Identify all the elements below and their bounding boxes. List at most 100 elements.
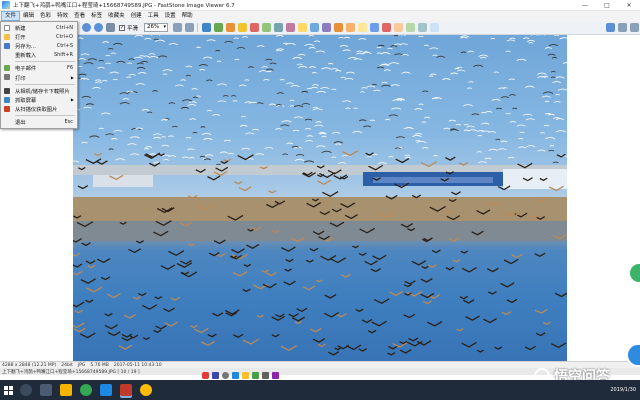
ime-mode-icon[interactable]	[211, 371, 219, 379]
gull-mark	[234, 58, 240, 61]
draw-icon[interactable]	[273, 23, 283, 32]
menu-item-scanner[interactable]: 从扫描仪获取图片	[1, 105, 77, 114]
fit-icon[interactable]	[105, 23, 115, 32]
gull-mark	[404, 154, 411, 157]
gull-mark	[289, 105, 295, 107]
compare-icon[interactable]	[357, 23, 367, 32]
gull-mark	[477, 135, 483, 137]
ime-punct-icon[interactable]	[221, 371, 229, 379]
gull-mark	[429, 47, 439, 50]
menu-view[interactable]: 查看	[71, 11, 88, 21]
ime-tools-icon[interactable]	[271, 371, 279, 379]
gull-mark	[168, 102, 176, 104]
gull-mark	[509, 37, 516, 40]
menu-tools[interactable]: 工具	[145, 11, 162, 21]
shorebird-mark	[487, 290, 497, 295]
menu-edit[interactable]: 编辑	[20, 11, 37, 21]
zoom-select[interactable]: 26%	[144, 23, 169, 32]
gull-mark	[232, 100, 238, 102]
border-icon[interactable]	[321, 23, 331, 32]
menu-favorites[interactable]: 收藏夹	[105, 11, 128, 21]
sharpen-icon[interactable]	[261, 23, 271, 32]
file-explorer-icon[interactable]	[60, 384, 72, 396]
menu-file[interactable]: 文件	[1, 11, 21, 21]
brightness-icon[interactable]	[225, 23, 235, 32]
gull-mark	[233, 37, 239, 39]
browser-mode-icon[interactable]	[629, 23, 639, 32]
window-mode-icon[interactable]	[617, 23, 627, 32]
chrome-icon[interactable]	[140, 384, 152, 396]
gull-mark	[98, 127, 104, 130]
menu-colors[interactable]: 色彩	[37, 11, 54, 21]
sogou-ime-icon[interactable]	[201, 371, 209, 379]
gull-mark	[215, 49, 221, 52]
shorebird-mark	[302, 285, 316, 291]
gull-mark	[467, 50, 475, 53]
menu-item-reload[interactable]: 重新载入 Shift+R	[1, 51, 77, 60]
email-tool-icon[interactable]	[369, 23, 379, 32]
fullscreen-icon[interactable]	[417, 23, 427, 32]
menu-item-print[interactable]: 打印 ▶	[1, 73, 77, 82]
settings-tool-icon[interactable]	[429, 23, 439, 32]
microphone-icon[interactable]	[231, 371, 239, 379]
delete-icon[interactable]	[381, 23, 391, 32]
watermark-icon[interactable]	[333, 23, 343, 32]
image-canvas[interactable]	[0, 35, 640, 361]
menu-item-download-camera[interactable]: 从相机/储存卡下载照片	[1, 86, 77, 95]
windows-start-icon[interactable]	[0, 380, 16, 400]
menu-item-email[interactable]: 电子邮件 F6	[1, 64, 77, 73]
menu-create[interactable]: 创建	[128, 11, 145, 21]
emoji-icon[interactable]	[241, 371, 249, 379]
photoshop-icon[interactable]	[100, 384, 112, 396]
menu-tags[interactable]: 标签	[88, 11, 105, 21]
ime-skin-icon[interactable]	[251, 371, 259, 379]
menu-help[interactable]: 帮助	[179, 11, 196, 21]
menu-item-exit[interactable]: 退出 Esc	[1, 118, 77, 127]
slideshow-icon[interactable]	[345, 23, 355, 32]
menu-effects[interactable]: 特效	[54, 11, 71, 21]
cortana-icon[interactable]	[20, 384, 32, 396]
minimize-button[interactable]: —	[574, 0, 596, 11]
rotate-left-icon[interactable]	[172, 23, 182, 32]
layout-icon[interactable]	[605, 23, 615, 32]
sun-icon[interactable]	[237, 23, 247, 32]
gull-mark	[277, 92, 284, 95]
smooth-checkbox[interactable]: ✓ 平滑	[119, 24, 138, 32]
menu-item-screen-capture[interactable]: 抓取屏幕 ▶	[1, 95, 77, 104]
gull-mark	[537, 72, 547, 75]
gull-mark	[239, 124, 248, 127]
resize-icon[interactable]	[213, 23, 223, 32]
gull-mark	[306, 135, 313, 137]
gull-mark	[518, 137, 524, 140]
clone-icon[interactable]	[297, 23, 307, 32]
browser-icon[interactable]	[80, 384, 92, 396]
effects-icon[interactable]	[285, 23, 295, 32]
close-button[interactable]: ✕	[618, 0, 640, 11]
shorebird-mark	[465, 315, 480, 321]
menu-item-new[interactable]: 新建 Ctrl+N	[1, 23, 77, 32]
gull-mark	[296, 63, 303, 66]
gull-mark	[294, 158, 305, 162]
text-icon[interactable]	[309, 23, 319, 32]
info-icon[interactable]	[393, 23, 403, 32]
task-view-icon[interactable]	[40, 384, 52, 396]
zoom-out-icon[interactable]	[93, 23, 103, 32]
red-eye-icon[interactable]	[249, 23, 259, 32]
menu-settings[interactable]: 设置	[162, 11, 179, 21]
rotate-right-icon[interactable]	[184, 23, 194, 32]
smooth-checkbox-box[interactable]: ✓	[119, 24, 125, 31]
gull-mark	[304, 118, 313, 121]
print-tool-icon[interactable]	[405, 23, 415, 32]
gull-mark	[168, 135, 174, 138]
gull-mark	[460, 51, 467, 54]
menu-item-open[interactable]: 打开 Ctrl+O	[1, 32, 77, 41]
gull-mark	[432, 54, 438, 57]
faststone-taskbar-icon[interactable]	[120, 384, 132, 396]
menu-item-save-as-shortcut: Ctrl+S	[56, 42, 73, 49]
crop-icon[interactable]	[201, 23, 211, 32]
maximize-button[interactable]: □	[596, 0, 618, 11]
zoom-in-icon[interactable]	[81, 23, 91, 32]
gull-mark	[528, 42, 534, 44]
keyboard-icon[interactable]	[261, 371, 269, 379]
menu-item-save-as[interactable]: 另存为... Ctrl+S	[1, 41, 77, 50]
